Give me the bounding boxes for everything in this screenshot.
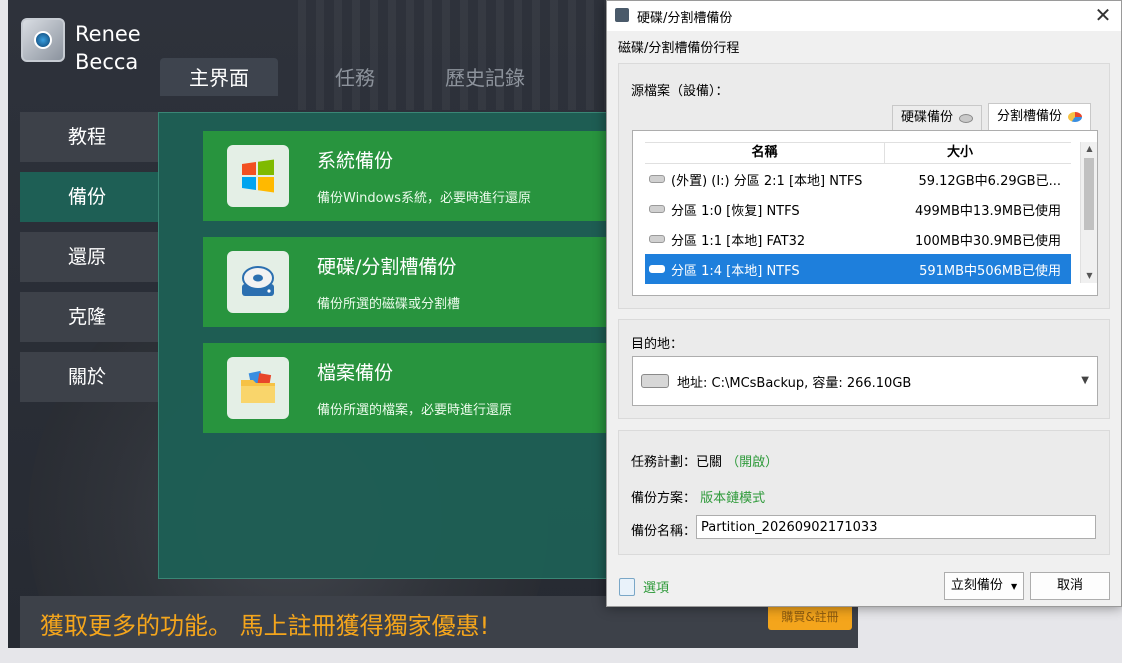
list-item-selected[interactable]: 分區 1:4 [本地] NTFS 591MB中506MB已使用 — [645, 254, 1071, 284]
windows-logo-icon — [227, 145, 289, 207]
row-size: 100MB中30.9MB已使用 — [914, 233, 1061, 249]
top-tab-bar: 主界面 任務 歷史記錄 工 — [160, 58, 680, 96]
schedule-status: 任務計劃：已關 — [631, 455, 723, 470]
sidebar-item-about[interactable]: 關於 — [20, 352, 158, 402]
list-item[interactable]: 分區 1:1 [本地] FAT32 100MB中30.9MB已使用 — [645, 224, 1071, 254]
partition-drive-icon — [649, 175, 665, 183]
close-icon[interactable]: ✕ — [1093, 3, 1113, 27]
scroll-down-icon[interactable]: ▼ — [1081, 269, 1098, 283]
destination-select[interactable]: 地址: C:\MCsBackup, 容量: 266.10GB ▼ — [632, 356, 1098, 406]
card-desc: 備份Windows系統，必要時進行還原 — [317, 191, 532, 206]
source-label: 源檔案（設備）： — [631, 84, 729, 99]
partition-drive-icon — [649, 265, 665, 273]
row-name: 分區 1:4 [本地] NTFS — [671, 263, 800, 279]
card-title: 檔案備份 — [317, 362, 394, 384]
tab-tasks[interactable]: 任務 — [290, 58, 420, 96]
app-name-line1: Renee — [75, 22, 141, 46]
dialog-title: 硬碟/分割槽備份 — [637, 11, 733, 26]
system-backup-card[interactable]: 系統備份 備份Windows系統，必要時進行還原 — [203, 131, 623, 221]
folder-icon — [227, 357, 289, 419]
destination-label: 目的地： — [631, 337, 684, 352]
app-name: Renee Becca — [75, 20, 141, 76]
disk-partition-backup-card[interactable]: 硬碟/分割槽備份 備份所選的磁碟或分割槽 — [203, 237, 623, 327]
chevron-down-icon: ▼ — [1081, 375, 1089, 386]
list-header: 名稱 大小 — [645, 142, 1071, 164]
tab-partition-backup[interactable]: 分割槽備份 — [988, 103, 1092, 131]
sidebar-item-tutorial[interactable]: 教程 — [20, 112, 158, 162]
backup-name-input[interactable] — [696, 515, 1096, 539]
cancel-button[interactable]: 取消 — [1030, 572, 1110, 600]
row-name: 分區 1:0 [恢复] NTFS — [671, 203, 800, 219]
tab-label: 分割槽備份 — [997, 109, 1063, 124]
row-size: 59.12GB中6.29GB已... — [918, 173, 1061, 189]
chevron-down-icon: ▼ — [1011, 582, 1018, 591]
card-title: 系統備份 — [317, 150, 394, 172]
partition-drive-icon — [649, 235, 665, 243]
tab-disk-backup[interactable]: 硬碟備份 — [892, 105, 983, 131]
row-name: 分區 1:1 [本地] FAT32 — [671, 233, 806, 249]
promo-text: 獲取更多的功能。 馬上註冊獲得獨家優惠! — [40, 612, 490, 640]
register-button[interactable]: 購買&註冊 — [768, 604, 852, 630]
partition-list[interactable]: 名稱 大小 (外置) (I:) 分區 2:1 [本地] NTFS 59.12GB… — [632, 130, 1098, 296]
app-logo-icon — [21, 18, 65, 62]
settings-group: 任務計劃：已關 （開啟） 備份方案： 版本鏈模式 備份名稱： — [618, 430, 1110, 555]
tab-home[interactable]: 主界面 — [160, 58, 278, 96]
hard-disk-icon — [227, 251, 289, 313]
file-backup-card[interactable]: 檔案備份 備份所選的檔案，必要時進行還原 — [203, 343, 623, 433]
card-title: 硬碟/分割槽備份 — [317, 256, 457, 278]
options-label: 選項 — [643, 581, 670, 596]
backup-name-label: 備份名稱： — [631, 524, 697, 539]
column-size[interactable]: 大小 — [885, 143, 1035, 163]
scroll-thumb[interactable] — [1084, 158, 1094, 230]
list-item[interactable]: (外置) (I:) 分區 2:1 [本地] NTFS 59.12GB中6.29G… — [645, 164, 1071, 194]
column-name[interactable]: 名稱 — [645, 143, 885, 163]
tab-label: 硬碟備份 — [901, 110, 954, 125]
card-desc: 備份所選的磁碟或分割槽 — [317, 297, 461, 312]
app-name-line2: Becca — [75, 50, 139, 74]
sidebar-item-backup[interactable]: 備份 — [20, 172, 158, 222]
backup-now-button[interactable]: 立刻備份 ▼ — [944, 572, 1024, 600]
row-name: (外置) (I:) 分區 2:1 [本地] NTFS — [671, 173, 863, 189]
partition-backup-dialog: 硬碟/分割槽備份 ✕ 磁碟/分割槽備份行程 源檔案（設備）： 硬碟備份 分割槽備… — [606, 0, 1122, 607]
sidebar-item-restore[interactable]: 還原 — [20, 232, 158, 282]
sidebar-item-clone[interactable]: 克隆 — [20, 292, 158, 342]
card-desc: 備份所選的檔案，必要時進行還原 — [317, 403, 513, 418]
options-icon — [619, 577, 635, 596]
schedule-label: 任務計劃：已關 （開啟） — [631, 451, 778, 470]
schedule-enable-link[interactable]: （開啟） — [726, 455, 778, 470]
disk-icon — [959, 113, 974, 123]
list-scrollbar[interactable]: ▲ ▼ — [1080, 142, 1097, 283]
row-size: 499MB中13.9MB已使用 — [914, 203, 1061, 219]
partition-drive-icon — [649, 205, 665, 213]
hard-drive-icon — [641, 374, 669, 388]
destination-group: 目的地： 地址: C:\MCsBackup, 容量: 266.10GB ▼ — [618, 319, 1110, 419]
scheme-row: 備份方案： 版本鏈模式 — [631, 487, 765, 506]
backup-now-label: 立刻備份 — [950, 578, 1003, 593]
sidebar: 教程 備份 還原 克隆 關於 — [20, 112, 158, 412]
source-group: 源檔案（設備）： 硬碟備份 分割槽備份 名稱 大小 (外置) (I:) 分區 2… — [618, 63, 1110, 309]
scheme-label: 備份方案： — [631, 491, 697, 506]
dialog-app-icon — [615, 8, 629, 22]
scroll-up-icon[interactable]: ▲ — [1081, 142, 1098, 156]
destination-value: 地址: C:\MCsBackup, 容量: 266.10GB — [677, 375, 912, 391]
row-size: 591MB中506MB已使用 — [919, 263, 1061, 279]
dialog-subtitle: 磁碟/分割槽備份行程 — [618, 41, 740, 56]
partition-icon — [1068, 112, 1083, 122]
options-link[interactable]: 選項 — [619, 577, 669, 596]
scheme-link[interactable]: 版本鏈模式 — [700, 491, 765, 506]
tab-history[interactable]: 歷史記錄 — [420, 58, 550, 96]
list-item[interactable]: 分區 1:0 [恢复] NTFS 499MB中13.9MB已使用 — [645, 194, 1071, 224]
dialog-titlebar: 硬碟/分割槽備份 ✕ — [607, 1, 1121, 31]
